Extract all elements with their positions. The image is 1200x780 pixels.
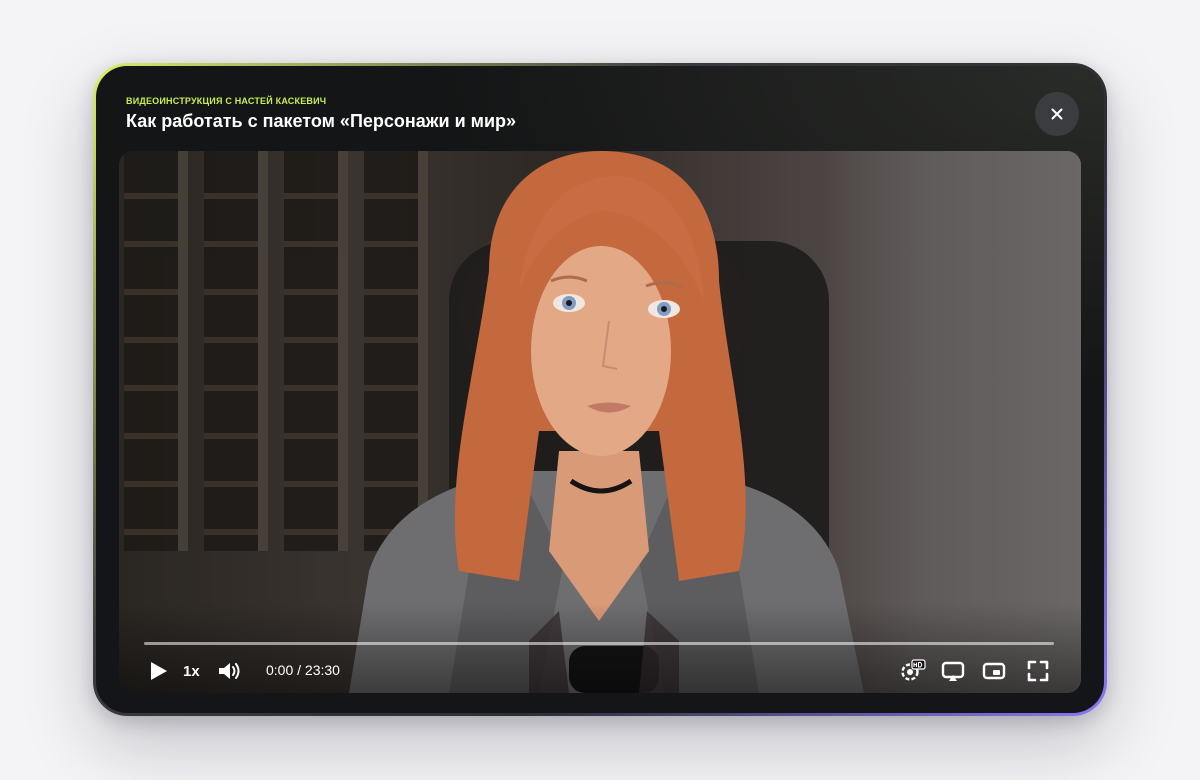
hd-settings-icon — [901, 659, 926, 681]
picture-in-picture-button[interactable] — [981, 658, 1007, 684]
time-total: 23:30 — [304, 662, 340, 678]
cast-button[interactable] — [940, 658, 966, 684]
progress-bar[interactable] — [144, 642, 1054, 645]
time-display: 0:00 / 23:30 — [266, 662, 340, 678]
playback-speed-button[interactable]: 1x — [183, 659, 200, 683]
time-separator: / — [293, 662, 305, 678]
play-button[interactable] — [148, 660, 170, 682]
page-title: Как работать с пакетом «Персонажи и мир» — [126, 111, 517, 131]
video-modal: ВИДЕОИНСТРУКЦИЯ С НАСТЕЙ КАСКЕВИЧ Как ра… — [96, 66, 1104, 713]
cast-icon — [941, 661, 965, 681]
close-icon — [1051, 108, 1063, 120]
video-modal-frame: ВИДЕОИНСТРУКЦИЯ С НАСТЕЙ КАСКЕВИЧ Как ра… — [93, 63, 1107, 716]
fullscreen-button[interactable] — [1025, 658, 1051, 684]
volume-button[interactable] — [217, 658, 243, 684]
quality-button[interactable] — [900, 658, 926, 684]
play-icon — [151, 662, 167, 680]
header-kicker: ВИДЕОИНСТРУКЦИЯ С НАСТЕЙ КАСКЕВИЧ — [126, 96, 327, 106]
time-current: 0:00 — [266, 662, 294, 678]
fullscreen-icon — [1027, 660, 1049, 682]
video-player[interactable]: 1x 0:00 / 23:30 — [119, 151, 1081, 693]
close-button[interactable] — [1035, 92, 1079, 136]
controls-overlay — [119, 603, 1081, 693]
volume-icon — [219, 663, 240, 679]
picture-in-picture-icon — [982, 662, 1006, 680]
